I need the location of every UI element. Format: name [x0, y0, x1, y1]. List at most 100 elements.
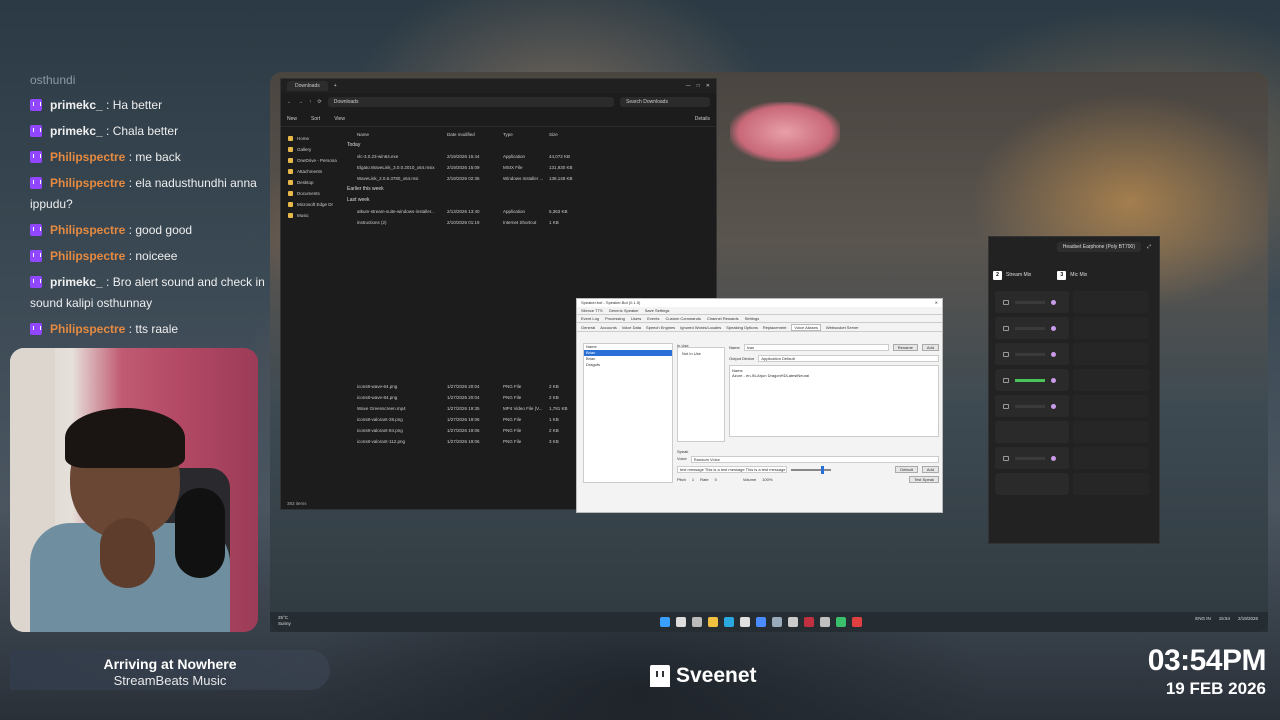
pitch-value[interactable]: 1	[692, 477, 694, 482]
stream-mix-channel[interactable]	[995, 473, 1069, 495]
add-top-button[interactable]: Add	[921, 343, 939, 351]
mic-mix-channel[interactable]	[1073, 343, 1149, 365]
sidebar-item[interactable]: Home	[285, 133, 343, 144]
table-row[interactable]: icons8-valorant-112.png 1/27/2026 19:06 PN…	[347, 436, 589, 447]
list-item[interactable]: Dragofs	[584, 362, 672, 368]
app-icon[interactable]	[788, 617, 798, 627]
tab[interactable]: Websocket Server	[826, 325, 859, 330]
rate-value[interactable]: 0	[715, 477, 717, 482]
table-row[interactable]: icons8-valorant-84.png 1/27/2026 19:06 PNG…	[347, 425, 589, 436]
table-row[interactable]: icons8-wave-64.png 1/27/2026 20:04 PNG Fil…	[347, 381, 589, 392]
stream-mix-channel[interactable]	[995, 421, 1069, 443]
tab[interactable]: Users	[631, 316, 641, 321]
maximize-icon[interactable]: □	[697, 83, 700, 89]
table-row[interactable]: WaveLink_2.0.6.3780_x64.msi 2/19/2026 02:…	[347, 173, 707, 184]
mic-mix-channel[interactable]	[1073, 291, 1149, 313]
system-tray[interactable]: ENG IN 15:54 2/19/2026	[1195, 616, 1258, 621]
speaker-icon[interactable]	[1003, 455, 1009, 461]
tab[interactable]: Channel Rewards	[707, 316, 739, 321]
mic-mix-channel[interactable]	[1073, 447, 1149, 469]
menu-item[interactable]: Save Settings	[645, 308, 670, 313]
chat-username[interactable]: Philipspectre	[50, 150, 125, 164]
speaker-icon[interactable]	[1003, 325, 1009, 331]
mic-mix-channel[interactable]	[1073, 421, 1149, 443]
sidebar-item[interactable]: OneDrive - Persona	[285, 155, 343, 166]
volume-knob[interactable]	[1051, 325, 1056, 331]
sidebar-item[interactable]: Gallery	[285, 144, 343, 155]
table-row[interactable]: atkum-stream-suite-windows-installer... 2…	[347, 206, 707, 217]
chrome-icon[interactable]	[740, 617, 750, 627]
tab[interactable]: Replacement	[763, 325, 787, 330]
test-speak-button[interactable]: Test Speak	[909, 476, 939, 483]
sidebar-item[interactable]: Microsoft Edge Dr	[285, 199, 343, 210]
default-button[interactable]: Default	[895, 466, 918, 473]
search-icon[interactable]	[676, 617, 686, 627]
start-icon[interactable]	[660, 617, 670, 627]
address-bar[interactable]: Downloads	[327, 97, 614, 107]
group-last-week[interactable]: Last week	[347, 195, 707, 206]
volume-knob[interactable]	[1051, 351, 1056, 357]
speaker-icon[interactable]	[1003, 377, 1009, 383]
output-device-select[interactable]: Application Default	[758, 355, 939, 362]
tab[interactable]: Event Log	[581, 316, 599, 321]
tab[interactable]: Accounts	[600, 325, 616, 330]
steam-icon[interactable]	[772, 617, 782, 627]
tab[interactable]: Events	[647, 316, 659, 321]
dialog-close-icon[interactable]: ✕	[935, 300, 938, 306]
col-type[interactable]: Type	[503, 129, 549, 140]
table-row[interactable]: icons8-wave-84.png 1/27/2026 20:04 PNG Fil…	[347, 392, 589, 403]
tab[interactable]: Speaking Options	[726, 325, 758, 330]
col-size[interactable]: Size	[549, 129, 589, 140]
app-icon[interactable]	[820, 617, 830, 627]
sidebar-item[interactable]: Attachments	[285, 166, 343, 177]
explorer-tab[interactable]: Downloads	[287, 81, 328, 91]
sort-button[interactable]: Sort	[311, 116, 320, 122]
tab-mic-mix[interactable]: 3 Mic Mix	[1057, 270, 1087, 280]
table-row[interactable]: icons8-valorant-28.png 1/27/2026 19:06 PNG…	[347, 414, 589, 425]
volume-knob[interactable]	[1051, 455, 1056, 461]
tab[interactable]: Settings	[745, 316, 759, 321]
volume-knob[interactable]	[1051, 403, 1056, 409]
tab[interactable]: Voice Data	[622, 325, 641, 330]
stream-mix-channel[interactable]	[995, 447, 1069, 469]
tab[interactable]: Ignored Words/Locales	[680, 325, 721, 330]
mic-mix-channel[interactable]	[1073, 369, 1149, 391]
speaker-icon[interactable]	[1003, 299, 1009, 305]
taskview-icon[interactable]	[692, 617, 702, 627]
new-button[interactable]: New	[287, 116, 297, 122]
expand-icon[interactable]: ⤢	[1147, 244, 1151, 250]
menu-item[interactable]: Silence TTS	[581, 308, 603, 313]
tab[interactable]: Processing	[605, 316, 625, 321]
sidebar-item[interactable]: Desktop	[285, 177, 343, 188]
table-row[interactable]: Wave Greenscreen.mp4 1/27/2026 19:35 MP4 V…	[347, 403, 589, 414]
mic-mix-channel[interactable]	[1073, 317, 1149, 339]
in-use-item[interactable]: Not In Use	[678, 348, 724, 359]
stream-mix-channel[interactable]	[995, 395, 1069, 417]
weather-widget[interactable]: 25°C Sunny	[278, 615, 291, 627]
voice-select[interactable]: Random Voice	[690, 456, 939, 463]
speaker-icon[interactable]	[1003, 351, 1009, 357]
chat-username[interactable]: Philipspectre	[50, 322, 125, 336]
table-row[interactable]: vlc-3.0.23-win64.exe 2/19/2026 15:44 Appli…	[347, 151, 707, 162]
app-icon[interactable]	[836, 617, 846, 627]
edge-icon[interactable]	[724, 617, 734, 627]
app-icon[interactable]	[852, 617, 862, 627]
tab[interactable]: Voice Aliases	[791, 323, 821, 331]
output-device-select[interactable]: Headset Earphone (Poly BT700)	[1056, 242, 1141, 252]
view-button[interactable]: View	[334, 116, 345, 122]
forward-icon[interactable]: →	[298, 99, 303, 105]
mic-mix-channel[interactable]	[1073, 473, 1149, 495]
refresh-icon[interactable]: ⟳	[318, 99, 322, 105]
tab-stream-mix[interactable]: 2 Stream Mix	[993, 270, 1031, 280]
col-name[interactable]: Name	[347, 129, 447, 140]
table-row[interactable]: instructions (2) 2/10/2026 01:19 Internet …	[347, 217, 707, 228]
chat-username[interactable]: Philipspectre	[50, 176, 125, 190]
stream-mix-channel[interactable]	[995, 369, 1069, 391]
back-icon[interactable]: ←	[287, 99, 292, 105]
mic-mix-channel[interactable]	[1073, 395, 1149, 417]
details-button[interactable]: Details	[695, 116, 710, 122]
name-field[interactable]: Ivan	[743, 344, 889, 351]
test-text-input[interactable]: test message This is a test message This…	[677, 466, 787, 473]
rename-button[interactable]: Rename	[892, 343, 918, 351]
chat-username[interactable]: primekc_	[50, 98, 103, 112]
